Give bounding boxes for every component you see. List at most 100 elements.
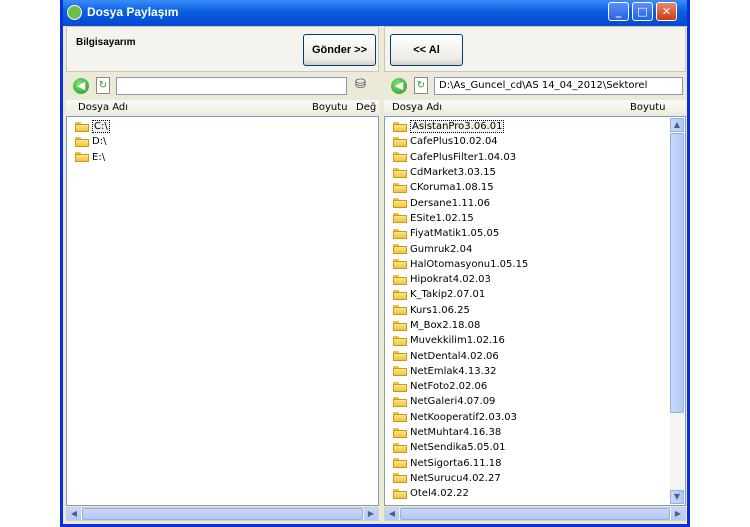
scroll-up-icon[interactable]: ▲ — [670, 118, 684, 132]
folder-name: D:\ — [92, 136, 107, 148]
remote-header: << Al — [384, 26, 686, 72]
folder-icon — [75, 152, 89, 163]
refresh-icon[interactable]: ↻ — [414, 77, 428, 94]
local-path-input[interactable] — [116, 77, 347, 95]
folder-list-item[interactable]: NetSigorta6.11.18 — [385, 456, 685, 471]
local-column-header: Dosya Adı Boyutu Değ — [66, 100, 379, 117]
folder-name: Dersane1.11.06 — [410, 197, 490, 209]
col-size[interactable]: Boyutu — [312, 102, 348, 113]
folder-icon — [393, 289, 407, 300]
folder-list-item[interactable]: FiyatMatik1.05.05 — [385, 226, 685, 241]
folder-list-item[interactable]: AsistanPro3.06.01 — [385, 119, 685, 134]
folder-name: M_Box2.18.08 — [410, 320, 481, 331]
scroll-left-icon[interactable]: ◀ — [385, 508, 399, 520]
folder-name: CafePlus10.02.04 — [410, 136, 498, 148]
scroll-right-icon[interactable]: ▶ — [364, 508, 378, 520]
folder-list-item[interactable]: M_Box2.18.08 — [385, 318, 685, 333]
folder-icon — [393, 198, 407, 209]
remote-hscrollbar[interactable]: ◀ ▶ — [384, 507, 686, 521]
close-button[interactable]: ✕ — [656, 2, 677, 21]
folder-icon — [393, 351, 407, 362]
title-bar[interactable]: Dosya Paylaşım _ □ ✕ — [63, 0, 687, 26]
local-hscrollbar[interactable]: ◀ ▶ — [66, 507, 379, 521]
folder-list-item[interactable]: K_Takip2.07.01 — [385, 287, 685, 302]
folder-list-item[interactable]: NetGaleri4.07.09 — [385, 394, 685, 409]
folder-name: NetDental4.02.06 — [410, 350, 499, 362]
local-header: Bilgisayarım Gönder >> — [66, 26, 379, 72]
local-file-list: C:\ D:\ E:\ — [66, 116, 379, 506]
folder-icon — [393, 121, 407, 132]
folder-name: CdMarket3.03.15 — [410, 167, 496, 179]
folder-list-item[interactable]: Otel4.02.22 — [385, 486, 685, 501]
folder-list-item[interactable]: CafePlus10.02.04 — [385, 134, 685, 149]
folder-name: E:\ — [92, 151, 106, 163]
folder-list-item[interactable]: E:\ — [67, 150, 378, 165]
folder-icon — [393, 320, 407, 331]
folder-name: NetSendika5.05.01 — [410, 442, 506, 454]
folder-list-item[interactable]: NetEmlak4.13.32 — [385, 364, 685, 379]
folder-list-item[interactable]: Dersane1.11.06 — [385, 195, 685, 210]
folder-name: FiyatMatik1.05.05 — [410, 228, 500, 240]
folder-list-item[interactable]: NetSendika5.05.01 — [385, 440, 685, 455]
folder-list-item[interactable]: NetDental4.02.06 — [385, 348, 685, 363]
col-name[interactable]: Dosya Adı — [78, 102, 128, 113]
folder-list-item[interactable]: Gumruk2.04 — [385, 241, 685, 256]
vscroll-thumb[interactable] — [670, 133, 684, 413]
maximize-button[interactable]: □ — [632, 2, 653, 21]
hscroll-thumb[interactable] — [400, 508, 670, 520]
folder-icon — [75, 136, 89, 147]
col-modified[interactable]: Değ — [356, 102, 376, 113]
send-button[interactable]: Gönder >> — [303, 34, 376, 66]
app-icon — [67, 5, 82, 20]
local-nav-bar: ◀ ↻ ⛁ — [66, 74, 379, 98]
folder-name: Gumruk2.04 — [410, 243, 473, 255]
folder-icon — [393, 152, 407, 163]
folder-list-item[interactable]: Muvekkilim1.02.16 — [385, 333, 685, 348]
remote-panel: << Al ◀ ↻ D:\As_Guncel_cd\AS 14_04_2012\… — [384, 26, 686, 521]
folder-list-item[interactable]: CKoruma1.08.15 — [385, 180, 685, 195]
folder-list-item[interactable]: NetKooperatif2.03.03 — [385, 410, 685, 425]
scroll-left-icon[interactable]: ◀ — [67, 508, 81, 520]
folder-name: C:\ — [92, 120, 110, 134]
col-size[interactable]: Boyutu — [630, 102, 666, 113]
folder-list-item[interactable]: C:\ — [67, 119, 378, 134]
network-drive-icon[interactable]: ⛁ — [355, 77, 373, 95]
folder-icon — [393, 305, 407, 316]
folder-icon — [393, 381, 407, 392]
folder-list-item[interactable]: CafePlusFilter1.04.03 — [385, 150, 685, 165]
remote-vscrollbar[interactable]: ▲ ▼ — [670, 118, 684, 504]
folder-list-item[interactable]: ESite1.02.15 — [385, 211, 685, 226]
folder-list-item[interactable]: NetSurucu4.02.27 — [385, 471, 685, 486]
folder-icon — [393, 396, 407, 407]
folder-list-item[interactable]: NetMuhtar4.16.38 — [385, 425, 685, 440]
folder-name: CKoruma1.08.15 — [410, 182, 494, 194]
main-window: Dosya Paylaşım _ □ ✕ Bilgisayarım Gönder… — [60, 0, 690, 527]
scroll-right-icon[interactable]: ▶ — [671, 508, 685, 520]
refresh-icon[interactable]: ↻ — [96, 77, 110, 94]
remote-path-input[interactable]: D:\As_Guncel_cd\AS 14_04_2012\Sektorel — [434, 77, 683, 95]
receive-button[interactable]: << Al — [390, 34, 463, 66]
folder-list-item[interactable]: Hipokrat4.02.03 — [385, 272, 685, 287]
folder-name: ESite1.02.15 — [410, 212, 474, 224]
folder-list-item[interactable]: D:\ — [67, 134, 378, 149]
col-name[interactable]: Dosya Adı — [392, 102, 442, 113]
minimize-button[interactable]: _ — [608, 2, 629, 21]
back-arrow-icon[interactable]: ◀ — [391, 78, 407, 94]
folder-name: NetSigorta6.11.18 — [410, 457, 502, 469]
hscroll-thumb[interactable] — [82, 508, 363, 520]
folder-list-item[interactable]: HalOtomasyonu1.05.15 — [385, 257, 685, 272]
folder-name: CafePlusFilter1.04.03 — [410, 151, 517, 163]
folder-icon — [393, 244, 407, 255]
folder-name: NetFoto2.02.06 — [410, 381, 488, 393]
back-arrow-icon[interactable]: ◀ — [73, 78, 89, 94]
folder-list-item[interactable]: Kurs1.06.25 — [385, 303, 685, 318]
remote-file-list: AsistanPro3.06.01 CafePlus10.02.04 CafePlu… — [384, 116, 686, 506]
folder-list-item[interactable]: NetFoto2.02.06 — [385, 379, 685, 394]
scroll-down-icon[interactable]: ▼ — [670, 490, 684, 504]
folder-icon — [393, 259, 407, 270]
folder-icon — [393, 488, 407, 499]
remote-column-header: Dosya Adı Boyutu — [384, 100, 686, 117]
folder-list-item[interactable]: CdMarket3.03.15 — [385, 165, 685, 180]
my-computer-label: Bilgisayarım — [76, 37, 136, 48]
folder-icon — [75, 121, 89, 132]
